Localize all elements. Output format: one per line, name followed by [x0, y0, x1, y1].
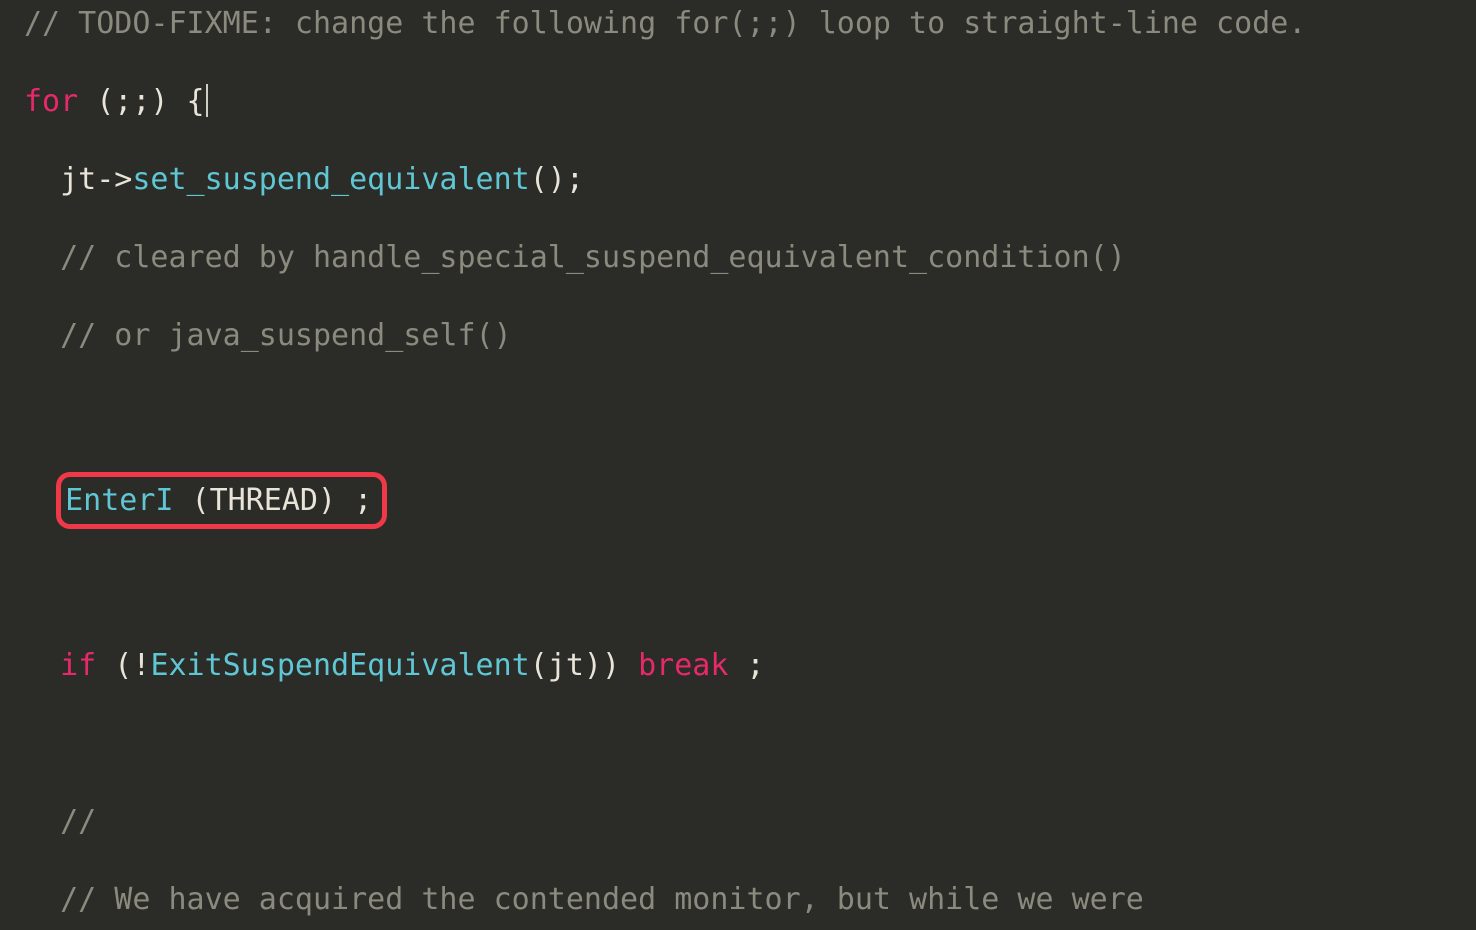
text-caret: [206, 84, 208, 117]
code-line: for (;;) {: [0, 82, 1476, 121]
blank-line: [0, 724, 1476, 763]
code-block[interactable]: // TODO-FIXME: change the following for(…: [0, 0, 1476, 930]
keyword-for: for: [24, 84, 78, 119]
code-line: jt->set_suspend_equivalent();: [0, 160, 1476, 199]
code-line: // cleared by handle_special_suspend_equ…: [0, 238, 1476, 277]
highlighted-region: EnterI (THREAD) ;: [56, 472, 387, 529]
comment: // We have acquired the contended monito…: [60, 882, 1144, 917]
code-line: //: [0, 802, 1476, 841]
function-call: EnterI: [65, 483, 173, 518]
code-line: // or java_suspend_self(): [0, 316, 1476, 355]
comment: //: [60, 804, 96, 839]
comment: // or java_suspend_self(): [60, 318, 512, 353]
comment: // cleared by handle_special_suspend_equ…: [60, 240, 1126, 275]
function-call: set_suspend_equivalent: [132, 162, 529, 197]
code-line: if (!ExitSuspendEquivalent(jt)) break ;: [0, 646, 1476, 685]
keyword-if: if: [60, 648, 96, 683]
blank-line: [0, 568, 1476, 607]
blank-line: [0, 394, 1476, 433]
keyword-break: break: [638, 648, 728, 683]
code-line: // We have acquired the contended monito…: [0, 880, 1476, 919]
function-call: ExitSuspendEquivalent: [150, 648, 529, 683]
comment: // TODO-FIXME: change the following for(…: [24, 6, 1306, 41]
code-line: EnterI (THREAD) ;: [0, 472, 1476, 529]
code-line: // TODO-FIXME: change the following for(…: [0, 4, 1476, 43]
